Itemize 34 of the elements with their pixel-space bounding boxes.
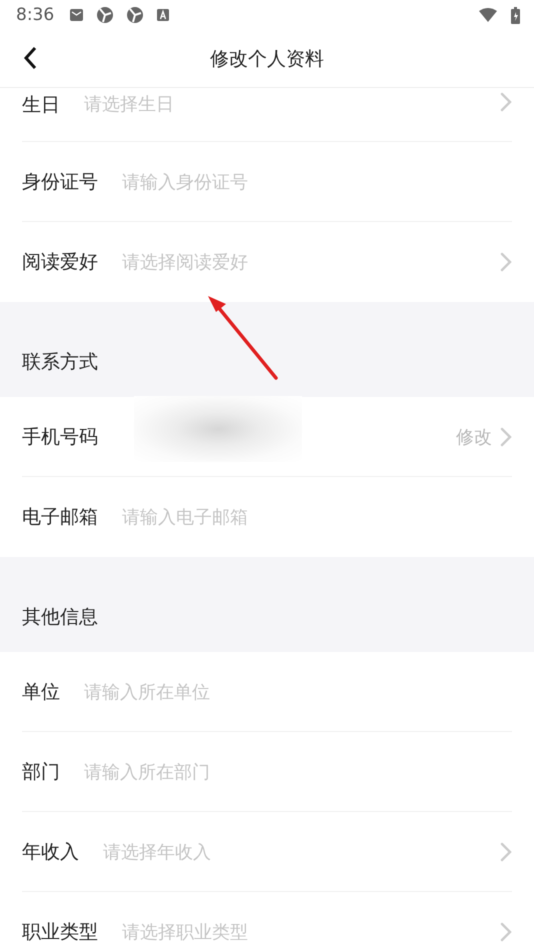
mail-icon <box>70 9 84 21</box>
field-label: 阅读爱好 <box>22 250 98 275</box>
status-time: 8:36 <box>16 5 54 25</box>
input-field[interactable]: 请输入身份证号 <box>122 170 512 194</box>
app-icon <box>127 7 144 23</box>
section-title: 其他信息 <box>22 605 98 630</box>
field-label: 电子邮箱 <box>22 505 98 530</box>
select-field[interactable]: 请选择阅读爱好 <box>122 250 500 274</box>
section-title: 联系方式 <box>22 350 98 375</box>
field-label: 身份证号 <box>22 170 98 194</box>
field-label: 职业类型 <box>22 920 98 945</box>
field-label: 单位 <box>22 680 60 704</box>
chevron-right-icon <box>500 252 512 272</box>
edit-link[interactable]: 修改 <box>456 424 492 448</box>
field-label: 手机号码 <box>22 424 98 450</box>
input-field[interactable]: 请输入所在单位 <box>84 680 512 704</box>
field-label: 部门 <box>22 760 60 784</box>
input-field[interactable]: 请输入电子邮箱 <box>122 505 512 529</box>
select-field[interactable]: 请选择职业类型 <box>122 920 500 944</box>
select-field[interactable]: 请选择年收入 <box>103 840 500 864</box>
back-icon <box>23 46 37 70</box>
chevron-right-icon <box>500 426 512 446</box>
field-label: 年收入 <box>22 840 79 864</box>
select-field[interactable]: 请选择生日 <box>84 92 500 116</box>
app-icon <box>97 7 114 23</box>
chevron-right-icon <box>500 922 512 942</box>
chevron-right-icon <box>500 842 512 862</box>
chevron-right-icon <box>500 92 512 112</box>
keyboard-icon <box>157 9 170 21</box>
battery-icon <box>511 6 520 24</box>
page-title: 修改个人资料 <box>210 46 324 72</box>
wifi-icon <box>479 8 497 22</box>
input-field[interactable]: 请输入所在部门 <box>84 760 512 784</box>
field-label: 生日 <box>22 93 60 118</box>
